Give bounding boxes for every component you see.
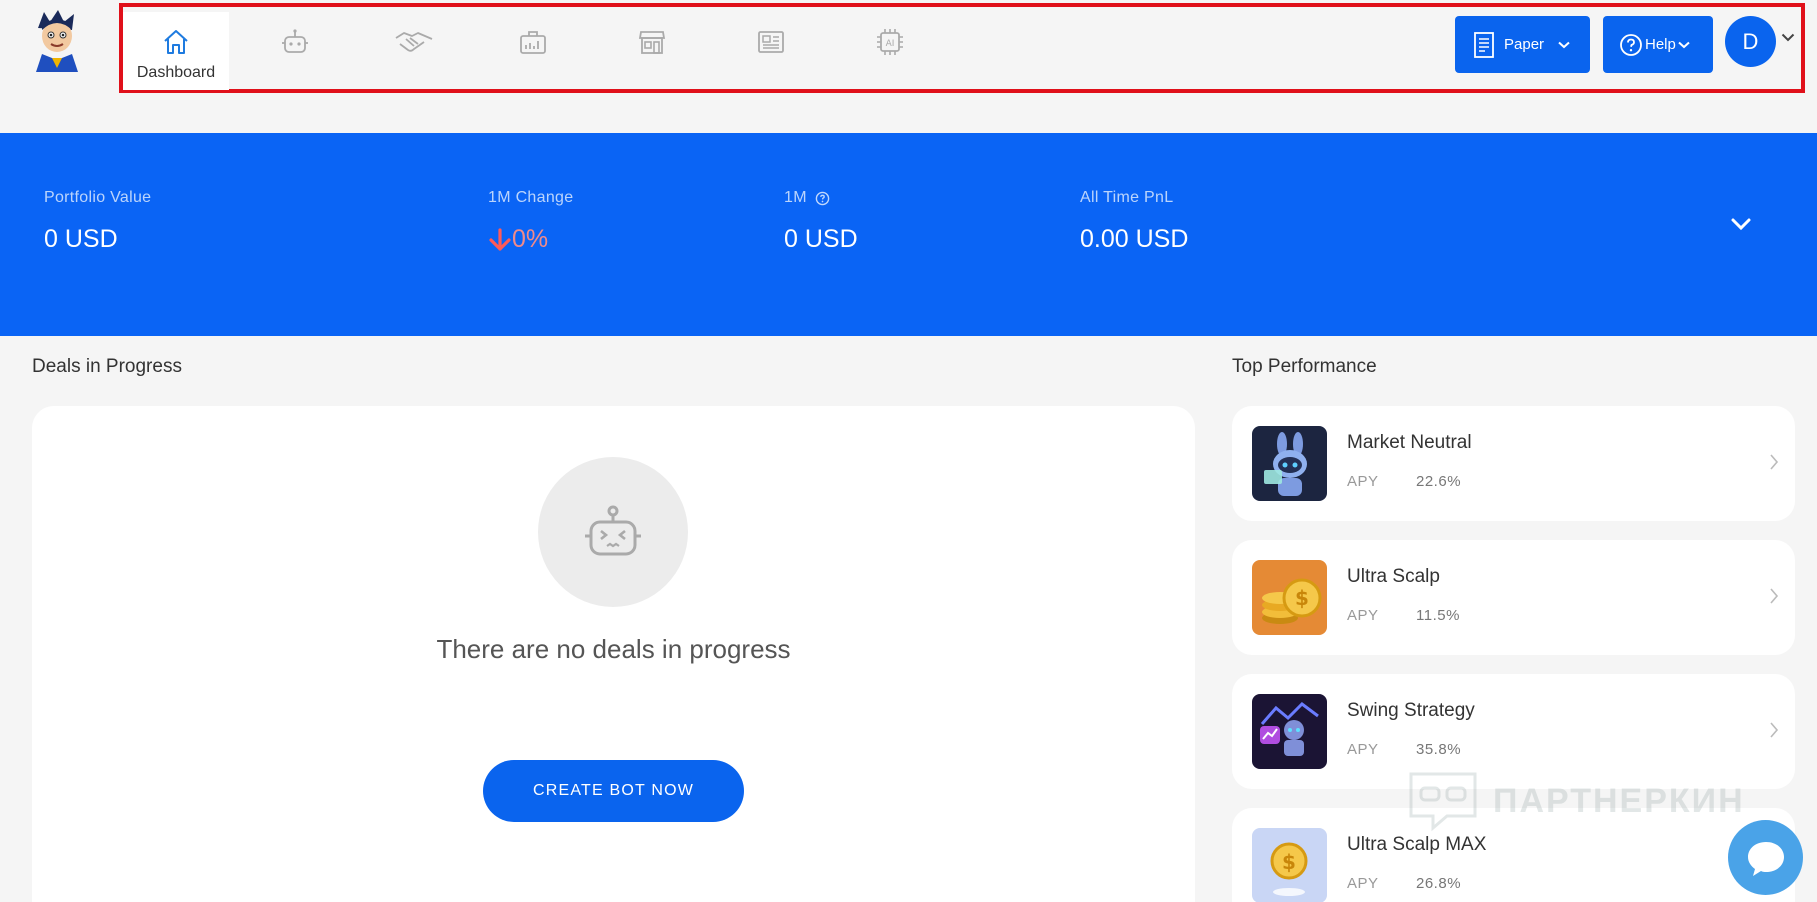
chat-icon: [1747, 841, 1784, 876]
strategy-thumbnail: [1252, 694, 1327, 769]
stat-label: 1M: [784, 189, 858, 207]
apy-value: 11.5%: [1416, 607, 1460, 624]
paper-mode-button[interactable]: Paper: [1455, 16, 1590, 73]
deals-card: There are no deals in progress CREATE BO…: [32, 406, 1195, 902]
performance-card-ultra-scalp[interactable]: $ Ultra Scalp APY 11.5%: [1232, 540, 1795, 655]
help-label: Help: [1645, 36, 1676, 53]
nav-item-marketplace[interactable]: [599, 12, 705, 90]
expand-chevron-icon[interactable]: [1730, 217, 1752, 231]
ai-chip-icon: AI: [877, 29, 903, 55]
nav-item-deals[interactable]: [361, 12, 467, 90]
nav-item-dashboard[interactable]: Dashboard: [123, 12, 229, 90]
help-button[interactable]: Help: [1603, 16, 1713, 73]
svg-text:$: $: [1295, 586, 1309, 610]
stat-value: 0 USD: [784, 225, 858, 253]
nav-item-news[interactable]: [718, 12, 824, 90]
apy-value: 22.6%: [1416, 473, 1462, 490]
svg-text:$: $: [1282, 850, 1296, 874]
store-icon: [638, 31, 666, 54]
apy-label: APY: [1347, 607, 1379, 624]
stat-1m-change: 1M Change 0%: [488, 189, 573, 254]
stat-value: 0.00 USD: [1080, 225, 1189, 253]
stat-1m: 1M 0 USD: [784, 189, 858, 254]
stat-all-time-pnl: All Time PnL 0.00 USD: [1080, 189, 1188, 254]
watermark-logo-icon: [1409, 772, 1477, 832]
create-bot-button[interactable]: CREATE BOT NOW: [483, 760, 744, 822]
performance-card-market-neutral[interactable]: Market Neutral APY 22.6%: [1232, 406, 1795, 521]
bot-icon: [282, 29, 308, 53]
stat-value: 0 USD: [44, 225, 118, 253]
chevron-down-icon: [1558, 41, 1570, 48]
info-help-icon[interactable]: [815, 191, 830, 206]
arrow-down-icon: [489, 227, 511, 251]
stat-label: 1M Change: [488, 189, 574, 206]
chevron-down-icon[interactable]: [1781, 33, 1795, 42]
empty-state-illustration: [538, 457, 688, 607]
help-circle-icon: [1620, 33, 1642, 56]
apy-label: APY: [1347, 875, 1379, 892]
nav-label-dashboard: Dashboard: [136, 64, 216, 81]
document-icon: [1474, 31, 1494, 58]
nav-item-portfolio[interactable]: [480, 12, 586, 90]
nav-item-ai[interactable]: AI: [837, 12, 943, 90]
apy-value: 35.8%: [1416, 741, 1462, 758]
apy-value: 26.8%: [1416, 875, 1462, 892]
handshake-icon: [395, 32, 433, 52]
strategy-thumbnail: $: [1252, 560, 1327, 635]
strategy-thumbnail: $: [1252, 828, 1327, 902]
change-percent: 0%: [512, 225, 549, 253]
performance-section-title: Top Performance: [1232, 356, 1377, 377]
svg-text:AI: AI: [886, 39, 895, 49]
strategy-name: Ultra Scalp MAX: [1347, 834, 1487, 855]
sad-bot-icon: [585, 505, 641, 556]
portfolio-stats-band: Portfolio Value 0 USD 1M Change 0% 1M 0 …: [0, 133, 1817, 336]
strategy-name: Swing Strategy: [1347, 700, 1475, 721]
stat-label: Portfolio Value: [44, 189, 152, 206]
home-icon: [164, 30, 188, 54]
stat-portfolio-value: Portfolio Value 0 USD: [44, 189, 151, 254]
chevron-right-icon: [1770, 722, 1779, 738]
stat-value: 0%: [488, 225, 573, 254]
user-avatar[interactable]: D: [1725, 16, 1776, 67]
briefcase-icon: [520, 31, 546, 54]
nav-item-bots[interactable]: [242, 12, 348, 90]
strategy-name: Ultra Scalp: [1347, 566, 1440, 587]
chat-support-button[interactable]: [1728, 820, 1803, 895]
chevron-right-icon: [1770, 588, 1779, 604]
deals-section-title: Deals in Progress: [32, 356, 182, 377]
app-logo[interactable]: [28, 8, 86, 72]
apy-label: APY: [1347, 473, 1379, 490]
watermark-text: ПАРТНЕРКИН: [1493, 781, 1745, 820]
chevron-down-icon: [1678, 41, 1690, 48]
stat-label: All Time PnL: [1080, 189, 1174, 206]
stat-label-text: 1M: [784, 189, 807, 206]
watermark: ПАРТНЕРКИН: [1407, 770, 1767, 832]
strategy-thumbnail: [1252, 426, 1327, 501]
paper-mode-label: Paper: [1504, 36, 1545, 53]
strategy-name: Market Neutral: [1347, 432, 1472, 453]
chevron-right-icon: [1770, 454, 1779, 470]
news-icon: [758, 31, 784, 53]
apy-label: APY: [1347, 741, 1379, 758]
empty-state-message: There are no deals in progress: [436, 634, 791, 664]
